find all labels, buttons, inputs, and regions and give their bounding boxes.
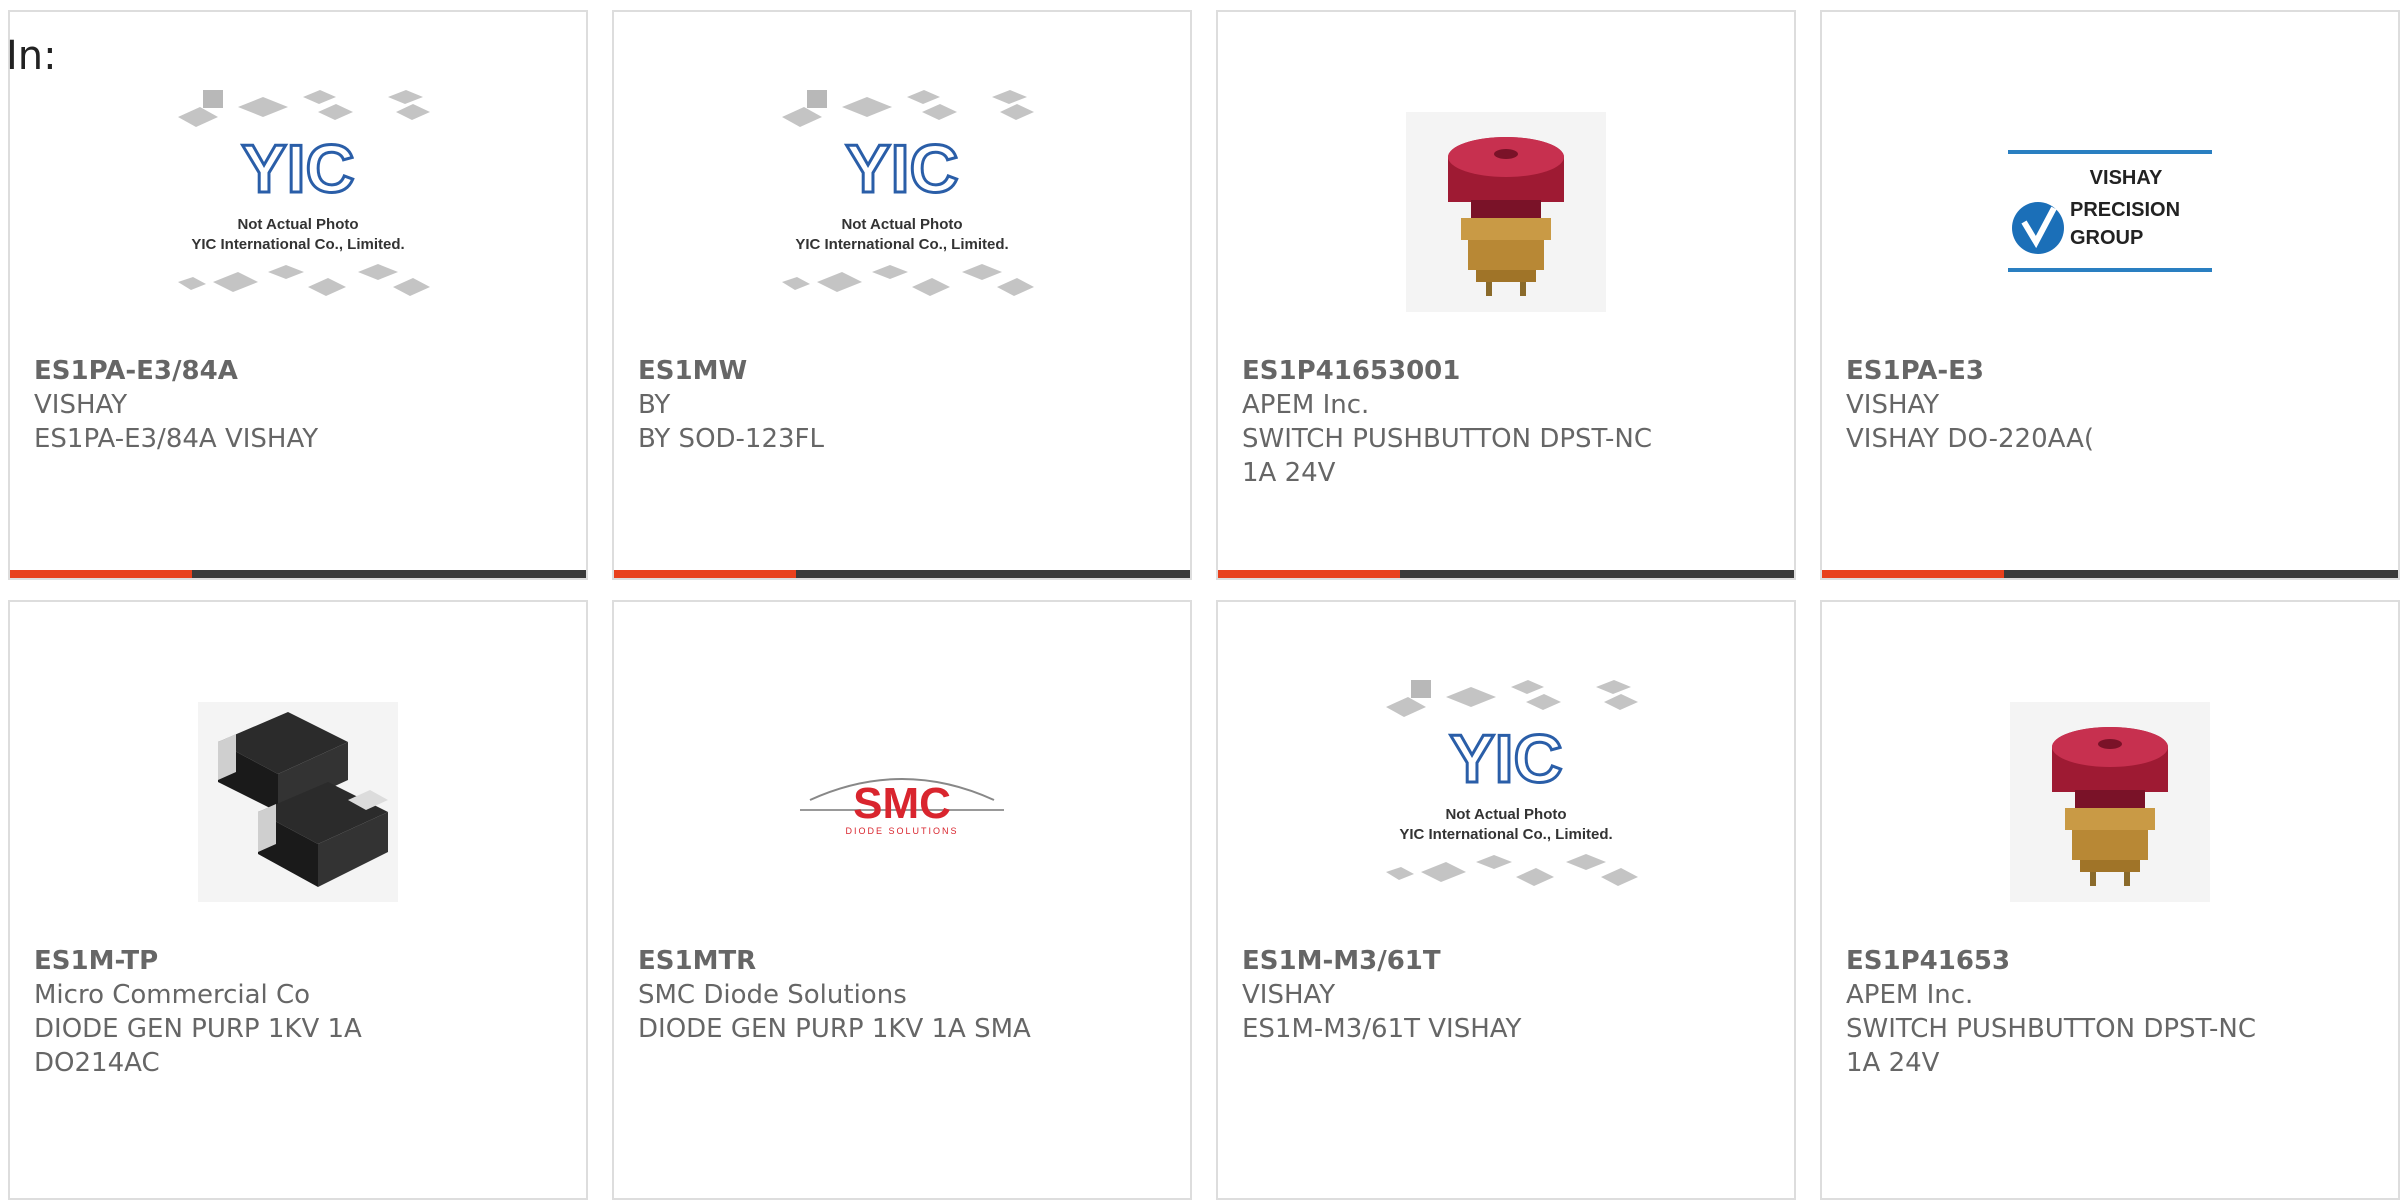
svg-text:Not Actual Photo: Not Actual Photo xyxy=(841,216,962,233)
product-card[interactable]: YIC Not Actual Photo YIC International C… xyxy=(1216,600,1796,1200)
svg-text:YIC International Co., Limited: YIC International Co., Limited. xyxy=(191,236,404,253)
card-bar xyxy=(1218,570,1794,578)
description: DIODE GEN PURP 1KV 1A SMA xyxy=(638,1014,1031,1044)
manufacturer: VISHAY xyxy=(1242,980,1336,1010)
product-card[interactable]: YIC Not Actual Photo YIC International C… xyxy=(612,10,1192,580)
svg-text:YIC International Co., Limited: YIC International Co., Limited. xyxy=(1399,826,1612,843)
part-number[interactable]: ES1P41653 xyxy=(1846,944,2374,978)
manufacturer: VISHAY xyxy=(34,390,128,420)
part-number[interactable]: ES1P41653001 xyxy=(1242,354,1770,388)
svg-text:GROUP: GROUP xyxy=(2070,227,2143,249)
svg-text:DIODE SOLUTIONS: DIODE SOLUTIONS xyxy=(845,826,958,836)
card-bar xyxy=(614,570,1190,578)
product-card[interactable]: ES1P41653 APEM Inc. SWITCH PUSHBUTTON DP… xyxy=(1820,600,2400,1200)
description: VISHAY DO-220AA( xyxy=(1846,424,2095,454)
svg-text:Not Actual Photo: Not Actual Photo xyxy=(1445,806,1566,823)
manufacturer: Micro Commercial Co xyxy=(34,980,311,1010)
product-image[interactable] xyxy=(10,662,586,942)
description: BY SOD-123FL xyxy=(638,424,824,454)
filter-label: In: xyxy=(6,33,57,79)
part-number[interactable]: ES1MW xyxy=(638,354,1166,388)
product-image[interactable] xyxy=(1822,662,2398,942)
product-card[interactable]: VISHAY PRECISION GROUP ES1PA-E3 VISHAY V… xyxy=(1820,10,2400,580)
part-number[interactable]: ES1MTR xyxy=(638,944,1166,978)
svg-text:YIC: YIC xyxy=(1449,721,1562,797)
description: SWITCH PUSHBUTTON DPST-NC 1A 24V xyxy=(1846,1014,2257,1078)
product-image[interactable]: YIC Not Actual Photo YIC International C… xyxy=(614,72,1190,352)
svg-text:YIC: YIC xyxy=(241,131,354,207)
description: SWITCH PUSHBUTTON DPST-NC 1A 24V xyxy=(1242,424,1653,488)
description: ES1M-M3/61T VISHAY xyxy=(1242,1014,1522,1044)
manufacturer: BY xyxy=(638,390,671,420)
card-bar xyxy=(10,570,586,578)
manufacturer: VISHAY xyxy=(1846,390,1940,420)
part-number[interactable]: ES1M-TP xyxy=(34,944,562,978)
svg-text:Not Actual Photo: Not Actual Photo xyxy=(237,216,358,233)
card-bar xyxy=(1822,570,2398,578)
product-image[interactable]: SMC DIODE SOLUTIONS xyxy=(614,662,1190,942)
product-image[interactable] xyxy=(1218,72,1794,352)
product-card[interactable]: YIC Not Actual Photo YIC International C… xyxy=(8,10,588,580)
svg-text:VISHAY: VISHAY xyxy=(2090,167,2163,189)
product-card[interactable]: ES1P41653001 APEM Inc. SWITCH PUSHBUTTON… xyxy=(1216,10,1796,580)
manufacturer: APEM Inc. xyxy=(1846,980,1974,1010)
svg-text:YIC International Co., Limited: YIC International Co., Limited. xyxy=(795,236,1008,253)
product-image[interactable]: YIC Not Actual Photo YIC International C… xyxy=(10,72,586,352)
svg-text:YIC: YIC xyxy=(845,131,958,207)
product-image[interactable]: VISHAY PRECISION GROUP xyxy=(1822,72,2398,352)
product-card[interactable]: SMC DIODE SOLUTIONS ES1MTR SMC Diode Sol… xyxy=(612,600,1192,1200)
part-number[interactable]: ES1M-M3/61T xyxy=(1242,944,1770,978)
svg-text:PRECISION: PRECISION xyxy=(2070,199,2180,221)
part-number[interactable]: ES1PA-E3/84A xyxy=(34,354,562,388)
part-number[interactable]: ES1PA-E3 xyxy=(1846,354,2374,388)
svg-text:SMC: SMC xyxy=(853,779,951,828)
description: ES1PA-E3/84A VISHAY xyxy=(34,424,319,454)
manufacturer: APEM Inc. xyxy=(1242,390,1370,420)
product-image[interactable]: YIC Not Actual Photo YIC International C… xyxy=(1218,662,1794,942)
product-card[interactable]: ES1M-TP Micro Commercial Co DIODE GEN PU… xyxy=(8,600,588,1200)
manufacturer: SMC Diode Solutions xyxy=(638,980,907,1010)
description: DIODE GEN PURP 1KV 1A DO214AC xyxy=(34,1014,362,1078)
